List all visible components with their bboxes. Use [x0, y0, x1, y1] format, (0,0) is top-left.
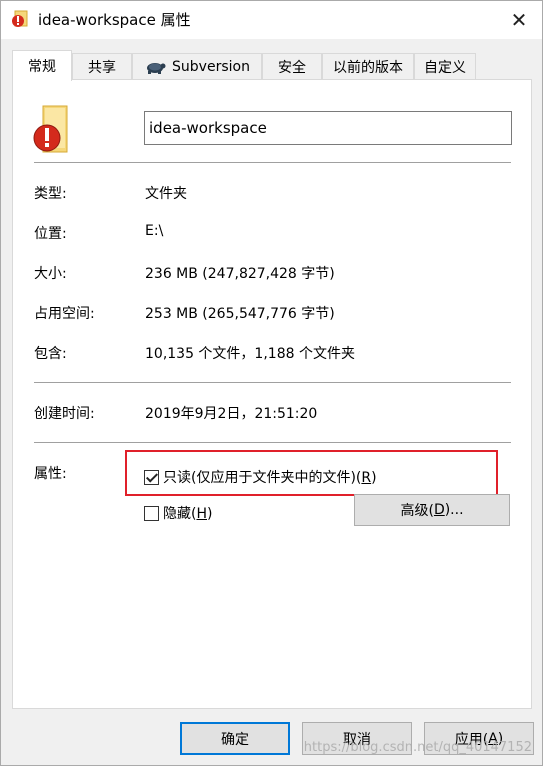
tab-label: 自定义	[424, 60, 466, 76]
created-label: 创建时间:	[34, 406, 95, 422]
close-button[interactable]: ✕	[496, 1, 542, 39]
tab-label: 安全	[278, 60, 306, 76]
general-tab-panel: 类型: 文件夹 位置: E:\ 大小: 236 MB (247,827,428 …	[12, 79, 532, 709]
tab-subversion[interactable]: Subversion	[132, 53, 262, 80]
tab-label: 常规	[28, 59, 56, 75]
tab-previous-versions[interactable]: 以前的版本	[322, 53, 414, 80]
readonly-checkbox[interactable]	[144, 469, 159, 485]
watermark: https://blog.csdn.net/qq_40147152	[303, 740, 532, 755]
contains-value: 10,135 个文件，1,188 个文件夹	[145, 346, 355, 362]
attributes-label: 属性:	[34, 466, 67, 482]
contains-label: 包含:	[34, 346, 67, 362]
location-value: E:\	[145, 223, 164, 239]
tab-label: 共享	[88, 60, 116, 76]
size-value: 236 MB (247,827,428 字节)	[145, 266, 335, 282]
tab-label: 以前的版本	[333, 60, 403, 76]
tab-customize[interactable]: 自定义	[414, 53, 476, 80]
hidden-checkbox[interactable]	[144, 505, 159, 521]
window-title: idea-workspace 属性	[38, 11, 191, 29]
tab-strip: 常规 共享 Subversion 安全 以前的版本 自定义	[12, 50, 532, 81]
type-label: 类型:	[34, 186, 67, 202]
properties-dialog: idea-workspace 属性 ✕ 常规 共享 Subversion 安全	[0, 0, 543, 766]
location-label: 位置:	[34, 226, 67, 242]
title-bar[interactable]: idea-workspace 属性 ✕	[1, 1, 542, 39]
close-icon: ✕	[510, 8, 528, 32]
folder-with-svn-conflict-icon	[33, 105, 68, 153]
size-on-disk-value: 253 MB (265,547,776 字节)	[145, 306, 335, 322]
tab-security[interactable]: 安全	[262, 53, 322, 80]
ok-button[interactable]: 确定	[180, 722, 290, 755]
readonly-checkbox-row[interactable]: 只读(仅应用于文件夹中的文件)(R)	[144, 467, 377, 487]
separator	[34, 382, 511, 383]
tab-sharing[interactable]: 共享	[72, 53, 132, 80]
size-on-disk-label: 占用空间:	[34, 306, 95, 322]
tab-general[interactable]: 常规	[12, 50, 72, 81]
created-value: 2019年9月2日，21:51:20	[145, 406, 318, 422]
folder-with-svn-conflict-icon	[12, 10, 28, 27]
readonly-label: 只读(仅应用于文件夹中的文件)(R)	[163, 470, 377, 486]
hidden-label: 隐藏(H)	[163, 506, 213, 522]
separator	[34, 442, 511, 443]
tortoise-svn-icon	[147, 63, 166, 74]
type-value: 文件夹	[145, 186, 187, 202]
size-label: 大小:	[34, 266, 67, 282]
hidden-checkbox-row[interactable]: 隐藏(H)	[144, 503, 212, 523]
tab-label: Subversion	[172, 59, 250, 75]
folder-name-input[interactable]	[144, 111, 512, 145]
advanced-button[interactable]: 高级(D)...	[354, 494, 510, 526]
separator	[34, 162, 511, 163]
